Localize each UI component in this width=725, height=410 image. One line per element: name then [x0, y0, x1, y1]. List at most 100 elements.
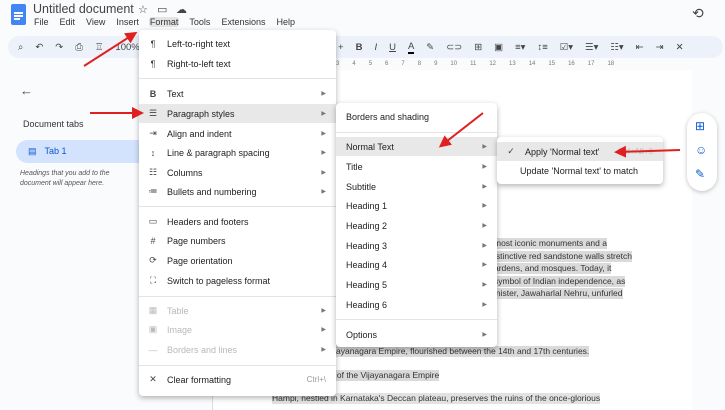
menu-format[interactable]: Format: [148, 17, 180, 27]
indent-icon: ⇥: [149, 128, 157, 138]
menu-item-image: ▣ Image ▶: [139, 320, 336, 339]
menu-item-heading-5[interactable]: Heading 5 ▶: [336, 275, 497, 294]
ruler-tick: 6: [385, 61, 389, 67]
menu-item-update-normal-text[interactable]: Update 'Normal text' to match: [497, 161, 663, 180]
menu-item-label: Page numbers: [167, 235, 226, 246]
menu-item-label: Left-to-right text: [167, 38, 231, 49]
doc-line: istinctive red sandstone walls stretch: [494, 251, 632, 262]
shortcut: Ctrl+Alt+0: [617, 147, 653, 156]
outdent-icon[interactable]: ⇤: [636, 42, 644, 53]
cloud-status-icon[interactable]: ☁: [176, 3, 187, 16]
menu-item-heading-4[interactable]: Heading 4 ▶: [336, 255, 497, 274]
indent-icon[interactable]: ⇥: [656, 42, 664, 53]
image-icon[interactable]: ▣: [494, 42, 503, 53]
bold-icon: B: [149, 88, 157, 99]
menu-item-subtitle[interactable]: Subtitle ▶: [336, 177, 497, 196]
rtl-icon: ¶: [150, 58, 156, 69]
menu-help[interactable]: Help: [275, 17, 296, 27]
menu-item-page-numbers[interactable]: # Page numbers: [139, 231, 336, 250]
floating-actions: ⊞ ☺ ✎: [687, 113, 717, 191]
document-title[interactable]: Untitled document: [33, 2, 134, 16]
menu-item-heading-2[interactable]: Heading 2 ▶: [336, 216, 497, 235]
undo-icon[interactable]: ↶: [35, 42, 43, 53]
menu-item-headers-footers[interactable]: ▭ Headers and footers: [139, 212, 336, 231]
suggest-edit-icon[interactable]: ✎: [695, 167, 705, 181]
tab-1[interactable]: ▤ Tab 1: [16, 140, 151, 163]
move-folder-icon[interactable]: ▭: [157, 3, 167, 16]
menu-item-options[interactable]: Options ▶: [336, 325, 497, 344]
menu-item-label: Align and indent: [167, 128, 232, 139]
menu-item-page-orientation[interactable]: ⟳ Page orientation: [139, 251, 336, 270]
menu-item-title[interactable]: Title ▶: [336, 157, 497, 176]
ruler-tick: 9: [434, 61, 438, 67]
submenu-arrow-icon: ▶: [321, 327, 326, 333]
numbered-list-icon[interactable]: ☷▾: [610, 42, 623, 53]
redo-icon[interactable]: ↷: [55, 42, 63, 53]
ruler-tick: 12: [489, 61, 497, 67]
menu-item-text[interactable]: B Text ▶: [139, 84, 336, 103]
menu-item-normal-text[interactable]: Normal Text ▶: [336, 137, 497, 156]
line-spacing-icon[interactable]: ↕≡: [537, 42, 547, 53]
menu-item-line-spacing[interactable]: ↕ Line & paragraph spacing ▶: [139, 143, 336, 162]
zoom-select[interactable]: 100%: [115, 42, 139, 53]
normal-text-menu: ✓ Apply 'Normal text' Ctrl+Alt+0 Update 'N…: [497, 137, 663, 184]
menu-view[interactable]: View: [85, 17, 106, 27]
text-color-icon[interactable]: A: [407, 41, 415, 54]
tabs-hint: Headings that you add to the document wi…: [20, 170, 110, 187]
tab-label: Tab 1: [44, 146, 67, 156]
menu-item-heading-3[interactable]: Heading 3 ▶: [336, 236, 497, 255]
star-icon[interactable]: ☆: [138, 3, 148, 16]
menu-item-align-indent[interactable]: ⇥ Align and indent ▶: [139, 124, 336, 143]
ruler-tick: 10: [450, 61, 458, 67]
menu-item-paragraph-styles[interactable]: ☰ Paragraph styles ▶: [139, 104, 336, 123]
font-size-plus-icon[interactable]: +: [338, 42, 344, 53]
underline-icon[interactable]: U: [389, 42, 396, 53]
bold-icon[interactable]: B: [356, 42, 363, 53]
menu-item-heading-1[interactable]: Heading 1 ▶: [336, 196, 497, 215]
ruler[interactable]: 3 4 5 6 7 8 9 10 11 12 13 14 15 16 17 18: [336, 61, 614, 67]
ruler-tick: 8: [417, 61, 422, 67]
print-icon[interactable]: ⎙: [75, 42, 83, 53]
emoji-icon[interactable]: ☺: [695, 143, 707, 157]
link-icon[interactable]: ⊂⊃: [446, 42, 462, 53]
menu-edit[interactable]: Edit: [59, 17, 77, 27]
menu-item-label: Paragraph styles: [167, 108, 235, 119]
history-icon[interactable]: ⟲: [692, 5, 704, 22]
menu-item-label: Headers and footers: [167, 216, 249, 227]
back-arrow-icon[interactable]: ←: [20, 83, 33, 98]
align-icon[interactable]: ≡▾: [515, 42, 525, 53]
menu-item-clear-formatting[interactable]: ✕ Clear formatting Ctrl+\: [139, 370, 336, 389]
menu-item-heading-6[interactable]: Heading 6 ▶: [336, 295, 497, 314]
comment-icon[interactable]: ⊞: [474, 42, 482, 53]
menu-item-borders-shading[interactable]: Borders and shading: [336, 107, 497, 126]
divider: [139, 365, 336, 366]
bullet-list-icon[interactable]: ☰▾: [585, 42, 598, 53]
add-comment-icon[interactable]: ⊞: [695, 119, 705, 133]
docs-logo-icon[interactable]: [11, 4, 26, 25]
ruler-tick: 14: [528, 61, 536, 67]
menu-item-label: Clear formatting: [167, 374, 232, 385]
menu-item-bullets[interactable]: ≔ Bullets and numbering ▶: [139, 182, 336, 201]
menu-extensions[interactable]: Extensions: [220, 17, 266, 27]
menu-item-columns[interactable]: ☷ Columns ▶: [139, 163, 336, 182]
tab-doc-icon: ▤: [28, 146, 37, 156]
menu-tools[interactable]: Tools: [188, 17, 211, 27]
clear-format-icon[interactable]: ✕: [676, 42, 684, 53]
menu-insert[interactable]: Insert: [115, 17, 140, 27]
highlight-icon[interactable]: ✎: [426, 42, 434, 53]
paint-format-icon[interactable]: ♖: [95, 42, 104, 53]
submenu-arrow-icon: ▶: [482, 144, 487, 150]
clear-format-icon: ✕: [149, 374, 157, 384]
search-icon[interactable]: ⌕: [18, 42, 23, 53]
checklist-icon[interactable]: ☑▾: [560, 42, 573, 53]
menu-item-apply-normal-text[interactable]: ✓ Apply 'Normal text' Ctrl+Alt+0: [497, 142, 663, 161]
image-icon: ▣: [148, 324, 158, 334]
menu-item-rtl[interactable]: ¶ Right-to-left text: [139, 54, 336, 73]
menu-file[interactable]: File: [33, 17, 50, 27]
italic-icon[interactable]: I: [374, 42, 377, 53]
menu-item-ltr[interactable]: ¶ Left-to-right text: [139, 34, 336, 53]
menu-item-pageless[interactable]: ⛶ Switch to pageless format: [139, 271, 336, 290]
submenu-arrow-icon: ▶: [321, 308, 326, 314]
doc-line: most iconic monuments and a: [494, 238, 607, 249]
menu-item-label: Switch to pageless format: [167, 275, 271, 286]
